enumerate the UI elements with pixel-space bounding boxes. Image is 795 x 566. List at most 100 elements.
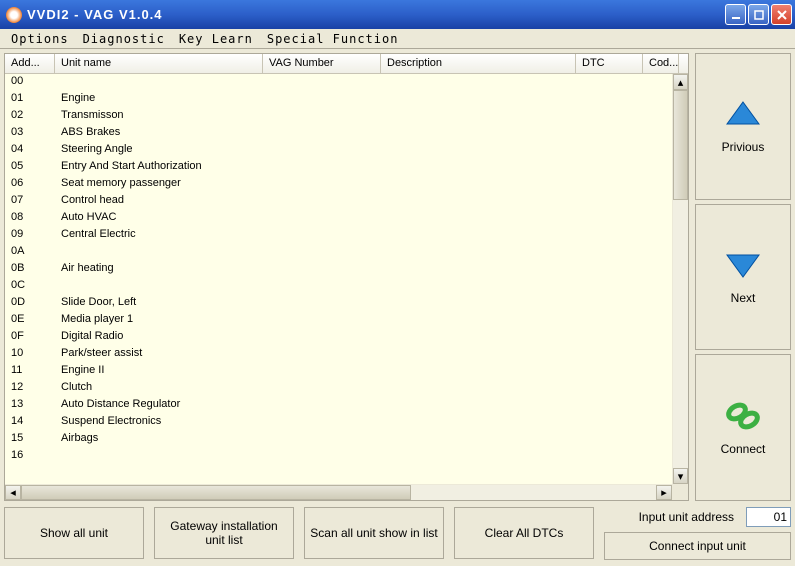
menu-options[interactable]: Options bbox=[4, 30, 76, 48]
table-row[interactable]: 0A bbox=[5, 244, 688, 261]
table-row[interactable]: 0BAir heating bbox=[5, 261, 688, 278]
connect-input-unit-button[interactable]: Connect input unit bbox=[604, 532, 791, 560]
table-row[interactable]: 07Control head bbox=[5, 193, 688, 210]
window-title: VVDI2 - VAG V1.0.4 bbox=[27, 7, 723, 22]
close-button[interactable] bbox=[771, 4, 792, 25]
cell-unitname: Transmisson bbox=[55, 108, 263, 125]
table-row[interactable]: 0EMedia player 1 bbox=[5, 312, 688, 329]
cell-address: 0A bbox=[5, 244, 55, 261]
unit-table: Add... Unit name VAG Number Description … bbox=[4, 53, 689, 501]
arrow-up-icon bbox=[723, 98, 763, 130]
cell-unitname bbox=[55, 278, 263, 295]
table-row[interactable]: 05Entry And Start Authorization bbox=[5, 159, 688, 176]
cell-unitname: ABS Brakes bbox=[55, 125, 263, 142]
horizontal-scrollbar[interactable]: ◂ ▸ bbox=[5, 484, 672, 500]
cell-address: 12 bbox=[5, 380, 55, 397]
arrow-down-icon bbox=[723, 249, 763, 281]
cell-address: 0F bbox=[5, 329, 55, 346]
table-row[interactable]: 11Engine II bbox=[5, 363, 688, 380]
table-row[interactable]: 03ABS Brakes bbox=[5, 125, 688, 142]
table-row[interactable]: 00 bbox=[5, 74, 688, 91]
menu-keylearn[interactable]: Key Learn bbox=[172, 30, 260, 48]
scroll-left-icon[interactable]: ◂ bbox=[5, 485, 21, 500]
cell-address: 0E bbox=[5, 312, 55, 329]
cell-address: 02 bbox=[5, 108, 55, 125]
table-row[interactable]: 09Central Electric bbox=[5, 227, 688, 244]
table-row[interactable]: 0DSlide Door, Left bbox=[5, 295, 688, 312]
cell-address: 08 bbox=[5, 210, 55, 227]
cell-address: 00 bbox=[5, 74, 55, 91]
cell-address: 16 bbox=[5, 448, 55, 465]
table-row[interactable]: 06Seat memory passenger bbox=[5, 176, 688, 193]
col-unitname[interactable]: Unit name bbox=[55, 54, 263, 73]
previous-button[interactable]: Privious bbox=[695, 53, 791, 200]
cell-address: 04 bbox=[5, 142, 55, 159]
table-row[interactable]: 08Auto HVAC bbox=[5, 210, 688, 227]
cell-address: 05 bbox=[5, 159, 55, 176]
cell-unitname: Suspend Electronics bbox=[55, 414, 263, 431]
menu-diagnostic[interactable]: Diagnostic bbox=[76, 30, 172, 48]
vscroll-thumb[interactable] bbox=[673, 90, 688, 200]
hscroll-thumb[interactable] bbox=[21, 485, 411, 500]
cell-address: 15 bbox=[5, 431, 55, 448]
clear-dtcs-button[interactable]: Clear All DTCs bbox=[454, 507, 594, 559]
table-row[interactable]: 0C bbox=[5, 278, 688, 295]
show-all-unit-button[interactable]: Show all unit bbox=[4, 507, 144, 559]
connect-label: Connect bbox=[721, 442, 766, 456]
cell-address: 10 bbox=[5, 346, 55, 363]
scroll-down-icon[interactable]: ▾ bbox=[673, 468, 688, 484]
scan-all-button[interactable]: Scan all unit show in list bbox=[304, 507, 444, 559]
table-row[interactable]: 04Steering Angle bbox=[5, 142, 688, 159]
table-row[interactable]: 01Engine bbox=[5, 91, 688, 108]
table-row[interactable]: 14Suspend Electronics bbox=[5, 414, 688, 431]
unit-address-input[interactable] bbox=[746, 507, 791, 527]
minimize-button[interactable] bbox=[725, 4, 746, 25]
cell-address: 0C bbox=[5, 278, 55, 295]
cell-address: 01 bbox=[5, 91, 55, 108]
cell-unitname: Park/steer assist bbox=[55, 346, 263, 363]
table-row[interactable]: 16 bbox=[5, 448, 688, 465]
cell-address: 06 bbox=[5, 176, 55, 193]
cell-unitname: Media player 1 bbox=[55, 312, 263, 329]
cell-address: 0D bbox=[5, 295, 55, 312]
menu-special[interactable]: Special Function bbox=[260, 30, 406, 48]
scroll-up-icon[interactable]: ▴ bbox=[673, 74, 688, 90]
cell-unitname bbox=[55, 448, 263, 465]
menubar: Options Diagnostic Key Learn Special Fun… bbox=[0, 29, 795, 49]
table-row[interactable]: 15Airbags bbox=[5, 431, 688, 448]
cell-unitname: Seat memory passenger bbox=[55, 176, 263, 193]
cell-address: 0B bbox=[5, 261, 55, 278]
cell-address: 09 bbox=[5, 227, 55, 244]
cell-unitname: Slide Door, Left bbox=[55, 295, 263, 312]
col-address[interactable]: Add... bbox=[5, 54, 55, 73]
table-row[interactable]: 12Clutch bbox=[5, 380, 688, 397]
col-cod[interactable]: Cod... bbox=[643, 54, 679, 73]
cell-unitname: Steering Angle bbox=[55, 142, 263, 159]
cell-address: 03 bbox=[5, 125, 55, 142]
col-description[interactable]: Description bbox=[381, 54, 576, 73]
table-row[interactable]: 10Park/steer assist bbox=[5, 346, 688, 363]
cell-unitname bbox=[55, 74, 263, 91]
col-vagnumber[interactable]: VAG Number bbox=[263, 54, 381, 73]
cell-unitname: Airbags bbox=[55, 431, 263, 448]
next-button[interactable]: Next bbox=[695, 204, 791, 351]
connect-button[interactable]: Connect bbox=[695, 354, 791, 501]
cell-unitname bbox=[55, 244, 263, 261]
cell-address: 14 bbox=[5, 414, 55, 431]
scroll-right-icon[interactable]: ▸ bbox=[656, 485, 672, 500]
chain-link-icon bbox=[723, 400, 763, 432]
scroll-corner bbox=[672, 484, 688, 500]
cell-address: 11 bbox=[5, 363, 55, 380]
previous-label: Privious bbox=[722, 140, 765, 154]
table-row[interactable]: 0FDigital Radio bbox=[5, 329, 688, 346]
col-dtc[interactable]: DTC bbox=[576, 54, 643, 73]
table-row[interactable]: 02Transmisson bbox=[5, 108, 688, 125]
cell-unitname: Control head bbox=[55, 193, 263, 210]
input-unit-label: Input unit address bbox=[639, 510, 734, 524]
gateway-install-button[interactable]: Gateway installation unit list bbox=[154, 507, 294, 559]
cell-address: 13 bbox=[5, 397, 55, 414]
vertical-scrollbar[interactable]: ▴ ▾ bbox=[672, 74, 688, 484]
table-row[interactable]: 13Auto Distance Regulator bbox=[5, 397, 688, 414]
cell-unitname: Engine bbox=[55, 91, 263, 108]
maximize-button[interactable] bbox=[748, 4, 769, 25]
